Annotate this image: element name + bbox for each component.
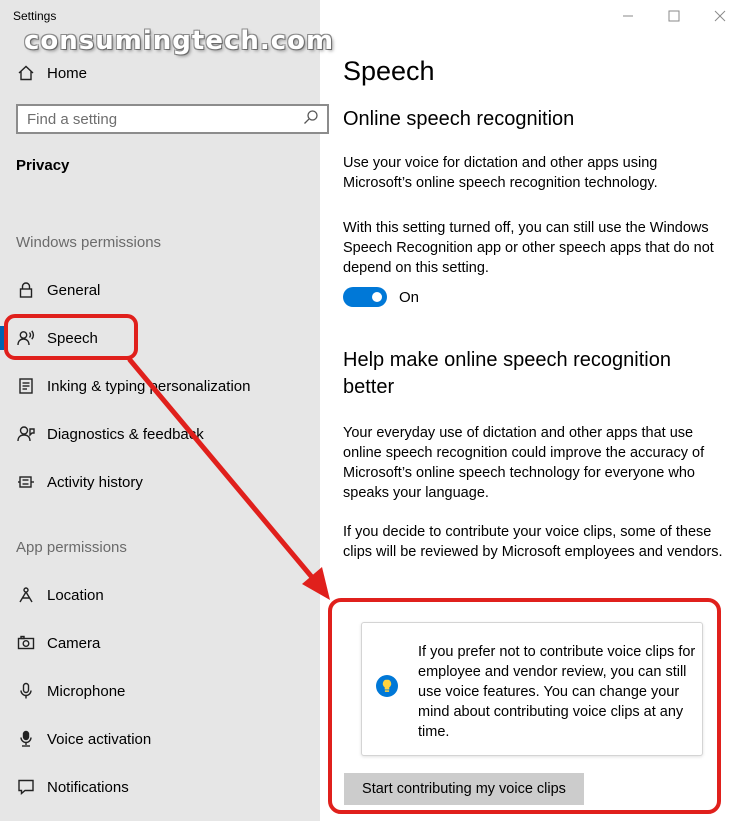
sidebar-item-label: Inking & typing personalization xyxy=(47,377,251,395)
camera-icon xyxy=(16,633,36,653)
maximize-icon xyxy=(668,10,680,22)
sidebar-item-label: Location xyxy=(47,586,104,604)
sidebar-item-diagnostics[interactable]: Diagnostics & feedback xyxy=(0,414,320,454)
home-button[interactable]: Home xyxy=(0,53,320,93)
sidebar-item-label: Voice activation xyxy=(47,730,152,748)
activity-history-icon xyxy=(16,472,36,492)
maximize-button[interactable] xyxy=(651,0,697,32)
search-input[interactable] xyxy=(18,109,279,129)
voice-clips-review-note: If you decide to contribute your voice c… xyxy=(343,524,723,560)
sidebar-item-general[interactable]: General xyxy=(0,270,320,310)
window-title: Settings xyxy=(13,9,57,23)
sidebar-item-microphone[interactable]: Microphone xyxy=(0,671,320,711)
voice-activation-icon xyxy=(16,729,36,749)
page-title: Speech xyxy=(343,56,435,86)
online-speech-note: With this setting turned off, you can st… xyxy=(343,220,714,276)
sidebar-item-activity-history[interactable]: Activity history xyxy=(0,462,320,502)
home-label: Home xyxy=(47,64,88,82)
microphone-icon xyxy=(16,681,36,701)
online-speech-description: Use your voice for dictation and other a… xyxy=(343,155,658,191)
minimize-button[interactable] xyxy=(605,0,651,32)
help-improve-description: Your everyday use of dictation and other… xyxy=(343,425,705,501)
home-icon xyxy=(16,63,36,83)
sidebar-item-camera[interactable]: Camera xyxy=(0,623,320,663)
sidebar-item-label: Diagnostics & feedback xyxy=(47,425,204,443)
app-permissions-heading: App permissions xyxy=(16,539,127,556)
minimize-icon xyxy=(623,15,633,17)
sidebar-item-label: Activity history xyxy=(47,473,143,491)
inking-icon xyxy=(16,376,36,396)
search-box[interactable] xyxy=(16,104,329,134)
voice-clips-info-card: If you prefer not to contribute voice cl… xyxy=(361,622,703,756)
sidebar-item-label: Camera xyxy=(47,634,101,652)
sidebar-item-label: Microphone xyxy=(47,682,126,700)
toggle-knob xyxy=(372,292,382,302)
lightbulb-icon xyxy=(376,675,398,697)
sidebar-item-location[interactable]: Location xyxy=(0,575,320,615)
sidebar-item-inking-typing[interactable]: Inking & typing personalization xyxy=(0,366,320,406)
sidebar-item-label: Notifications xyxy=(47,778,129,796)
diagnostics-icon xyxy=(16,424,36,444)
sidebar-item-label: Speech xyxy=(47,329,98,347)
start-contributing-button[interactable]: Start contributing my voice clips xyxy=(344,773,584,805)
window-controls xyxy=(605,0,743,32)
sidebar-item-voice-activation[interactable]: Voice activation xyxy=(0,719,320,759)
sidebar-item-notifications[interactable]: Notifications xyxy=(0,767,320,807)
online-speech-toggle[interactable] xyxy=(343,287,387,307)
toggle-state-label: On xyxy=(399,288,420,306)
close-icon xyxy=(714,10,726,22)
online-speech-toggle-row: On xyxy=(343,287,419,307)
sidebar-item-label: General xyxy=(47,281,101,299)
location-icon xyxy=(16,585,36,605)
help-improve-heading: Help make online speech recognition bett… xyxy=(343,349,671,398)
notifications-icon xyxy=(16,777,36,797)
search-icon[interactable] xyxy=(303,109,327,130)
lock-icon xyxy=(16,280,36,300)
watermark: consumingtech.com xyxy=(24,26,335,56)
speech-icon xyxy=(16,328,36,348)
online-speech-heading: Online speech recognition xyxy=(343,108,575,130)
sidebar-item-speech[interactable]: Speech xyxy=(0,318,320,358)
sidebar: Settings Home Privacy Windows permission… xyxy=(0,0,329,821)
info-card-text: If you prefer not to contribute voice cl… xyxy=(418,644,696,740)
category-heading: Privacy xyxy=(16,157,70,174)
close-button[interactable] xyxy=(697,0,743,32)
windows-permissions-heading: Windows permissions xyxy=(16,234,162,251)
